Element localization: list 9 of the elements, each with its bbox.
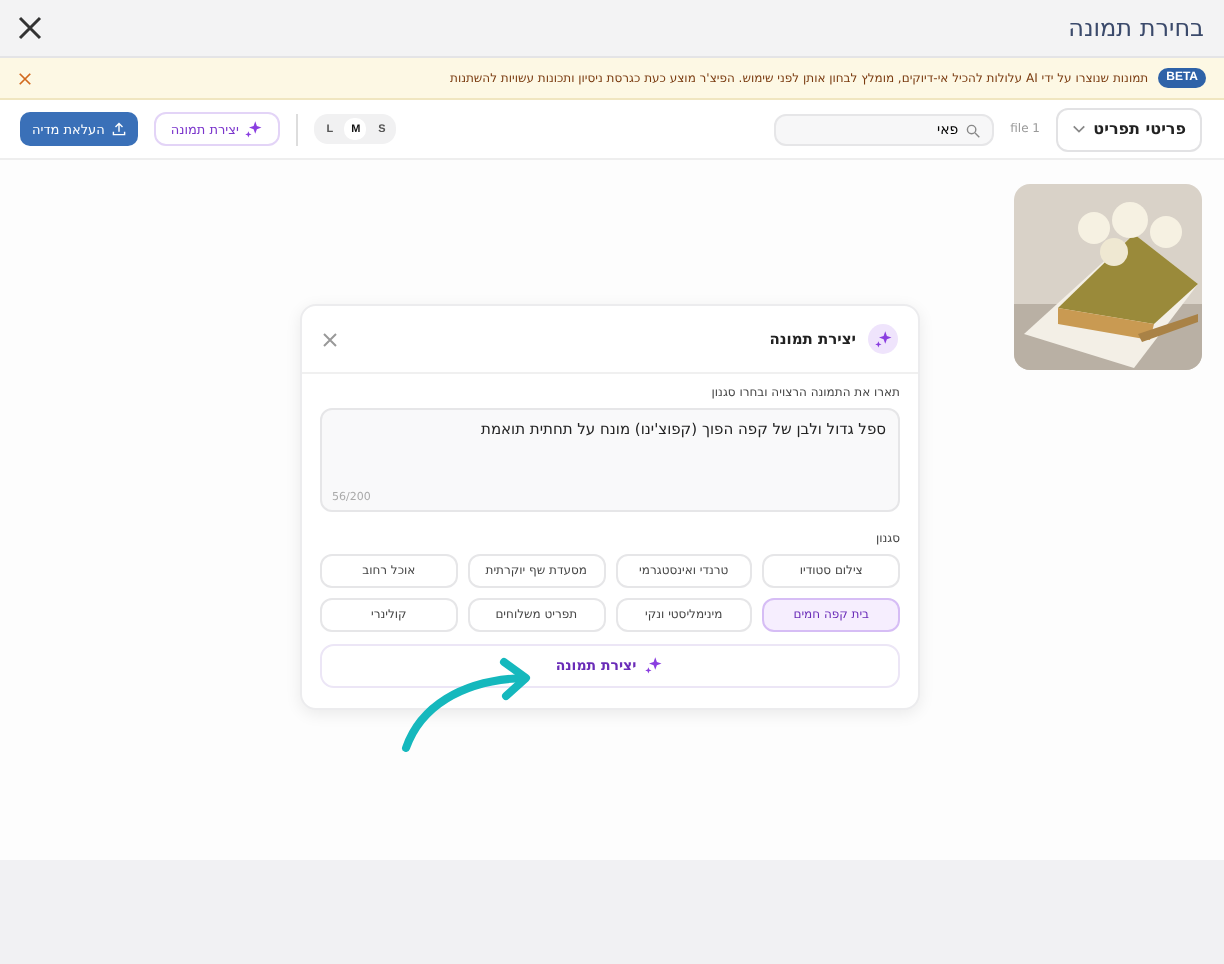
category-dropdown[interactable]: פריטי תפריט xyxy=(1056,107,1202,151)
sparkle-icon xyxy=(644,656,665,676)
sparkle-icon xyxy=(244,119,265,139)
window-title: בחירת תמונה xyxy=(1068,14,1204,42)
close-icon[interactable] xyxy=(16,14,44,42)
chevron-down-icon xyxy=(1072,124,1086,134)
upload-icon xyxy=(112,122,127,136)
sparkle-icon xyxy=(868,324,898,354)
arrow-annotation xyxy=(402,658,530,752)
